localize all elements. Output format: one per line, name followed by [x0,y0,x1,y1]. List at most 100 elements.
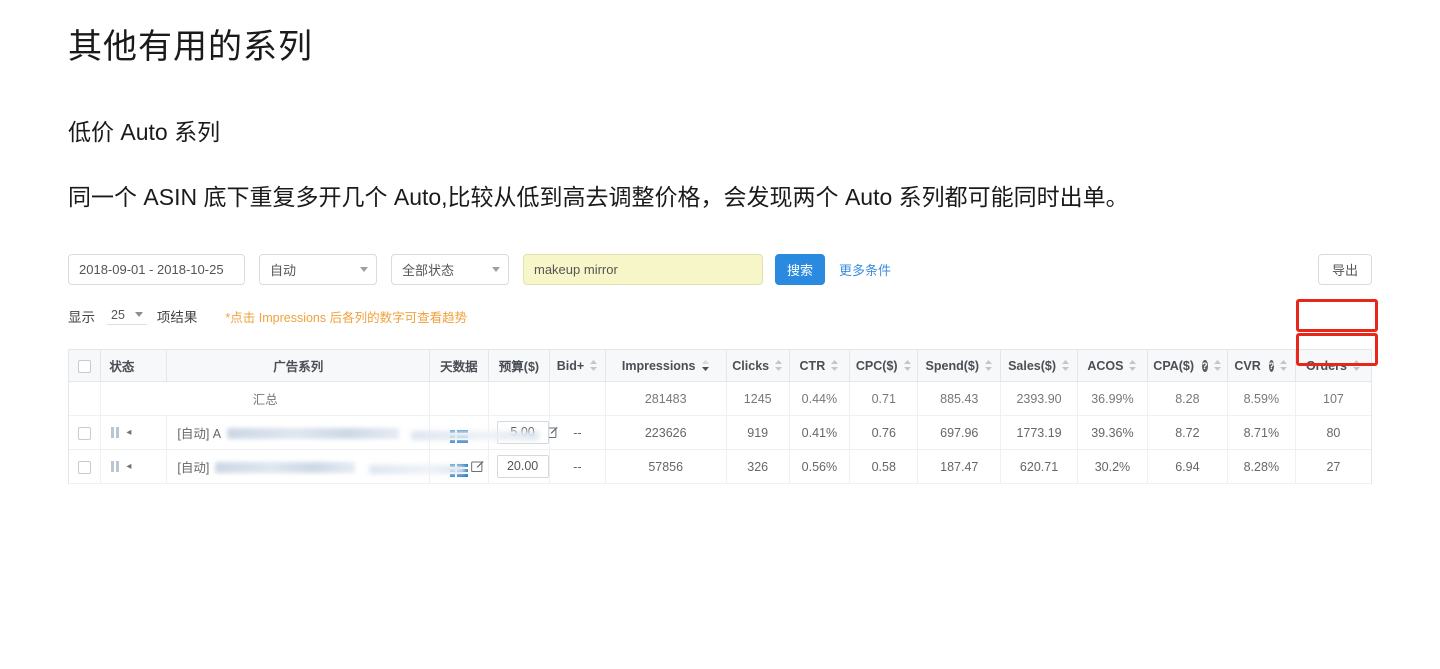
col-label-cvr: CVR [1234,358,1261,373]
row-bidplus-cell: -- [549,449,606,485]
row-spend-cell[interactable]: 187.47 [917,449,1002,485]
date-range-value: 2018-09-01 - 2018-10-25 [79,261,224,277]
sort-updown-icon[interactable] [1213,359,1222,372]
select-all-checkbox[interactable] [78,360,92,374]
summary-row: 汇总 281483 1245 0.44% 0.71 885.43 2393.90… [69,381,1371,417]
row-cpa-cell[interactable]: 6.94 [1147,449,1228,485]
row-checkbox[interactable] [78,427,92,441]
select-all-header [69,350,102,383]
sort-updown-icon[interactable] [830,359,839,372]
row-acos-cell[interactable]: 30.2% [1077,449,1149,485]
col-header-status[interactable]: 状态 [100,350,168,383]
col-label-cpa: CPA($) [1153,358,1195,373]
search-input-value: makeup mirror [534,261,618,277]
campaigns-table: 状态 广告系列 天数据 预算($) Bid+ Impressions Click… [69,350,1371,485]
col-header-orders[interactable]: Orders [1295,350,1371,383]
pause-icon[interactable] [111,461,120,473]
sort-updown-icon[interactable] [589,359,598,372]
row-cpc-cell[interactable]: 0.76 [849,415,919,451]
col-header-acos[interactable]: ACOS [1077,350,1149,383]
row-status-cell[interactable]: ◂ [100,449,168,485]
col-header-cvr[interactable]: CVR ? [1227,350,1296,383]
summary-spend-cell: 885.43 [917,381,1002,417]
sort-updown-icon[interactable]: ◂ [126,461,131,472]
row-cvr-cell[interactable]: 8.28% [1227,449,1296,485]
row-acos-cell[interactable]: 39.36% [1077,415,1149,451]
summary-check-cell [69,381,102,417]
row-cpc-cell[interactable]: 0.58 [849,449,919,485]
summary-clicks-cell: 1245 [726,381,790,417]
search-button[interactable]: 搜索 [775,253,826,285]
row-sales-cell[interactable]: 1773.19 [1000,415,1078,451]
row-campaign-cell[interactable]: [自动] [166,449,484,485]
col-label-status: 状态 [109,360,135,375]
search-input[interactable]: makeup mirror [523,253,763,285]
col-header-cpa[interactable]: CPA($) ? [1147,350,1228,383]
row-checkbox[interactable] [78,461,92,475]
row-orders-cell[interactable]: 80 [1295,415,1371,451]
row-checkbox-cell[interactable] [69,415,102,451]
row-ctr-cell[interactable]: 0.56% [789,449,851,485]
col-header-ctr[interactable]: CTR [789,350,851,383]
col-label-budget: 预算($) [498,360,540,375]
more-conditions-link[interactable]: 更多条件 [839,260,891,279]
col-label-cpc: CPC($) [855,358,898,373]
sort-updown-icon[interactable] [774,359,783,372]
help-circle-icon[interactable]: ? [1268,359,1275,372]
status-select[interactable]: 全部状态 [391,253,509,285]
help-circle-icon[interactable]: ? [1202,359,1208,372]
page-size-select[interactable]: 25 [107,308,147,325]
budget-input[interactable]: 20.00 [496,455,549,479]
col-header-impressions[interactable]: Impressions [605,350,727,383]
date-range-input[interactable]: 2018-09-01 - 2018-10-25 [68,253,245,285]
status-value: 全部状态 [402,262,455,278]
row-ctr-cell[interactable]: 0.41% [789,415,851,451]
sort-updown-icon[interactable] [903,359,912,372]
row-clicks-cell[interactable]: 326 [726,449,790,485]
col-header-sales[interactable]: Sales($) [1000,350,1078,383]
table-row[interactable]: ◂ [自动] 20.00 -- 57856 326 0.56% 0.58 187… [69,449,1371,485]
campaign-type-value: 自动 [270,262,297,278]
campaigns-table-wrapper: 状态 广告系列 天数据 预算($) Bid+ Impressions Click… [68,299,1378,485]
col-header-bidplus[interactable]: Bid+ [549,350,606,383]
summary-impressions-cell: 281483 [605,381,727,417]
row-clicks-cell[interactable]: 919 [726,415,790,451]
col-label-bidplus: Bid+ [556,358,585,373]
row-orders-cell[interactable]: 27 [1295,449,1371,485]
filter-toolbar: 2018-09-01 - 2018-10-25 自动 全部状态 makeup m… [68,253,1372,285]
sort-updown-icon[interactable] [1128,359,1137,372]
row-campaign-cell[interactable]: [自动] A [166,415,558,451]
page-root: 其他有用的系列 低价 Auto 系列 同一个 ASIN 底下重复多开几个 Aut… [0,0,1440,669]
sort-desc-icon[interactable] [701,359,710,372]
summary-cpc-cell: 0.71 [849,381,919,417]
table-row[interactable]: ◂ [自动] A -- 223626 919 0.41% 0.76 697.96… [69,415,1371,451]
edit-pencil-icon[interactable] [470,460,484,473]
col-header-budget[interactable]: 预算($) [488,350,551,383]
row-cpa-cell[interactable]: 8.72 [1147,415,1228,451]
sort-updown-icon[interactable] [1279,359,1288,372]
pause-icon[interactable] [111,427,120,439]
campaign-type-select[interactable]: 自动 [259,253,377,285]
summary-budget-cell [488,381,551,417]
col-header-cpc[interactable]: CPC($) [849,350,919,383]
export-button[interactable]: 导出 [1317,253,1372,285]
sort-updown-icon[interactable] [1352,359,1361,372]
col-header-campaign[interactable]: 广告系列 [166,350,431,383]
col-header-daydata[interactable]: 天数据 [429,350,489,383]
row-status-cell[interactable]: ◂ [100,415,168,451]
col-header-spend[interactable]: Spend($) [917,350,1002,383]
col-header-clicks[interactable]: Clicks [726,350,790,383]
row-checkbox-cell[interactable] [69,449,102,485]
sort-updown-icon[interactable] [984,359,993,372]
sort-updown-icon[interactable] [1061,359,1070,372]
col-label-impressions: Impressions [621,358,696,373]
row-impressions-cell[interactable]: 57856 [605,449,727,485]
row-impressions-cell[interactable]: 223626 [605,415,727,451]
col-label-clicks: Clicks [732,358,770,373]
sort-updown-icon[interactable]: ◂ [126,427,131,438]
row-cvr-cell[interactable]: 8.71% [1227,415,1296,451]
row-spend-cell[interactable]: 697.96 [917,415,1002,451]
summary-label-cell: 汇总 [100,381,431,417]
row-budget-cell[interactable]: 20.00 [488,449,551,485]
row-sales-cell[interactable]: 620.71 [1000,449,1078,485]
